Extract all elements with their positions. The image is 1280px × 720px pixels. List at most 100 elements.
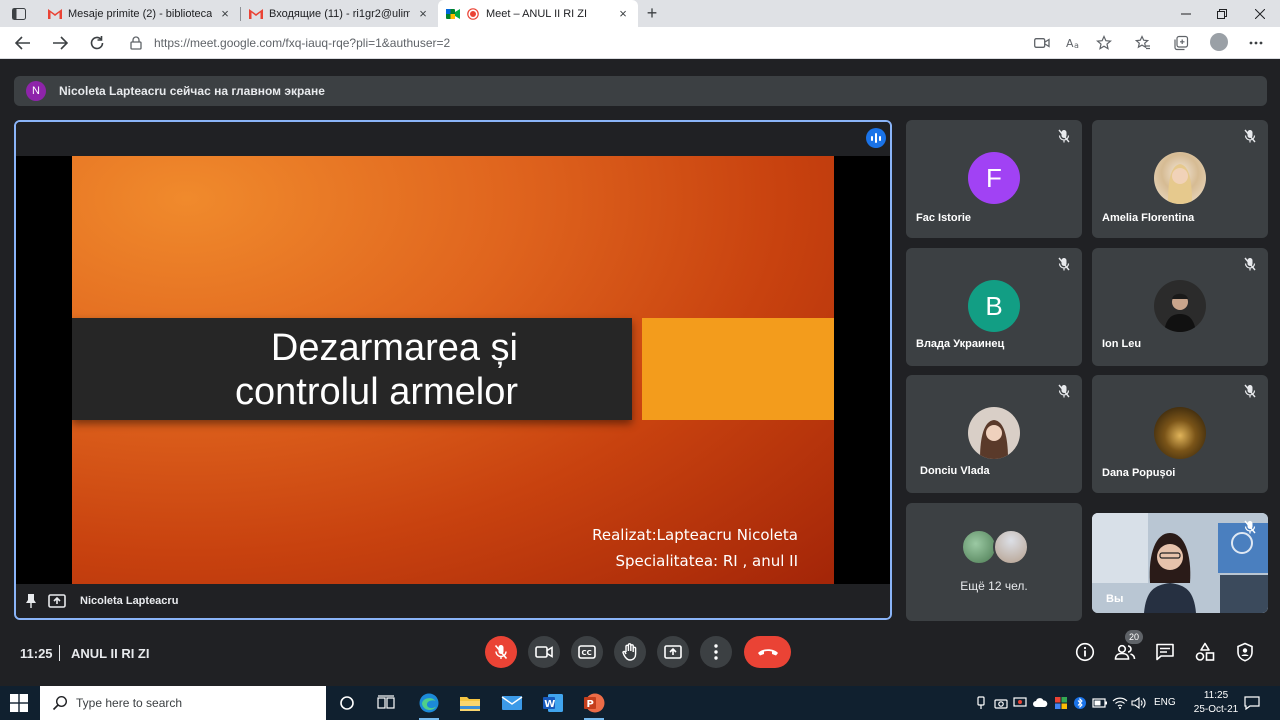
refresh-icon[interactable] (85, 32, 109, 54)
participant-tile[interactable]: Dana Popușoi (1092, 375, 1268, 493)
camera-in-use-icon[interactable] (1033, 35, 1051, 51)
mic-off-icon (494, 644, 508, 660)
stage-header (16, 122, 890, 156)
tray-app-icon[interactable] (1053, 695, 1069, 711)
leave-call-button[interactable] (744, 636, 791, 668)
tab-label: Meet – ANUL II RI ZI (486, 7, 588, 20)
search-placeholder: Type here to search (76, 696, 183, 710)
people-icon[interactable] (1113, 640, 1137, 664)
svg-text:A: A (1066, 37, 1074, 50)
participant-photo (968, 407, 1020, 459)
read-aloud-icon[interactable]: Aa (1065, 35, 1083, 51)
lock-icon[interactable] (130, 36, 144, 50)
meet-icon (446, 7, 460, 21)
camera-toggle-button[interactable] (528, 636, 560, 668)
tray-usb-icon[interactable] (973, 695, 989, 711)
minimize-icon[interactable] (1166, 0, 1206, 27)
windows-start-icon[interactable] (10, 694, 28, 712)
mic-off-icon (1242, 256, 1258, 272)
forward-icon[interactable] (48, 32, 72, 54)
mic-off-icon (1056, 383, 1072, 399)
word-icon[interactable]: W (541, 691, 565, 715)
meeting-details-icon[interactable] (1073, 640, 1097, 664)
tray-camera-icon[interactable] (993, 695, 1009, 711)
activities-icon[interactable] (1193, 640, 1217, 664)
tab-gmail-2[interactable]: Входящие (11) - ri1gr2@ulim.m × (241, 0, 438, 27)
mic-off-icon (1056, 256, 1072, 272)
tab-label: Входящие (11) - ri1gr2@ulim.m (269, 7, 410, 20)
tray-cloud-icon[interactable] (1032, 695, 1048, 711)
new-tab-button[interactable]: + (642, 3, 662, 23)
meeting-controls-bar: 11:25 ANUL II RI ZI CC 20 (0, 630, 1280, 686)
captions-button[interactable]: CC (571, 636, 603, 668)
more-options-icon[interactable] (1247, 35, 1265, 51)
main-stage[interactable]: Dezarmarea și controlul armelor Realizat… (14, 120, 892, 620)
notifications-icon[interactable] (1244, 695, 1260, 711)
favorites-icon[interactable] (1134, 35, 1152, 51)
collections-icon[interactable] (1172, 35, 1190, 51)
mail-icon[interactable] (500, 691, 524, 715)
task-view-icon[interactable] (374, 691, 398, 715)
profile-avatar[interactable] (1210, 33, 1228, 51)
window-close-icon[interactable] (1240, 0, 1280, 27)
cortana-icon[interactable] (335, 691, 359, 715)
edge-browser-icon[interactable] (417, 691, 441, 720)
battery-icon[interactable] (1092, 695, 1108, 711)
pin-icon[interactable] (22, 592, 40, 610)
participant-tile[interactable]: Ion Leu (1092, 248, 1268, 366)
mic-off-icon (1242, 128, 1258, 144)
slide-accent-block (642, 318, 834, 420)
present-now-button[interactable] (657, 636, 689, 668)
tab-meet[interactable]: Meet – ANUL II RI ZI × (438, 0, 638, 27)
participant-photo (1154, 407, 1206, 459)
participant-tile[interactable]: Amelia Florentina (1092, 120, 1268, 238)
svg-text:CC: CC (582, 649, 592, 657)
participant-tile[interactable]: В Влада Украинец (906, 248, 1082, 366)
powerpoint-icon[interactable]: P (582, 691, 606, 720)
close-icon[interactable]: × (416, 6, 430, 21)
add-favorite-icon[interactable] (1095, 35, 1113, 51)
tray-screen-icon[interactable] (1012, 695, 1028, 711)
back-icon[interactable] (11, 32, 35, 54)
recording-icon (466, 7, 480, 21)
banner-text: Nicoleta Lapteacru сейчас на главном экр… (59, 84, 325, 98)
participant-name: Fac Istorie (916, 212, 972, 224)
meeting-time: 11:25 (20, 646, 53, 661)
raise-hand-button[interactable] (614, 636, 646, 668)
mic-toggle-button[interactable] (485, 636, 517, 668)
keyboard-language[interactable]: ENG (1154, 697, 1176, 708)
participant-name: Donciu Vlada (920, 465, 990, 477)
participant-tile[interactable]: F Fac Istorie (906, 120, 1082, 238)
wifi-icon[interactable] (1112, 695, 1128, 711)
volume-icon[interactable] (1131, 695, 1147, 711)
svg-text:P: P (587, 699, 594, 710)
more-participants-count: Ещё 12 чел. (960, 579, 1028, 593)
slide-title-band: Dezarmarea și controlul armelor (72, 318, 632, 420)
close-icon[interactable]: × (218, 6, 232, 21)
maximize-icon[interactable] (1202, 0, 1242, 27)
taskbar-search-box[interactable]: Type here to search (40, 686, 326, 720)
present-screen-icon (48, 592, 66, 610)
mic-off-icon (1242, 519, 1258, 535)
participant-tile[interactable]: Donciu Vlada (906, 375, 1082, 493)
close-icon[interactable]: × (616, 6, 630, 21)
more-participants-tile[interactable]: Ещё 12 чел. (906, 503, 1082, 621)
chat-icon[interactable] (1153, 640, 1177, 664)
host-controls-icon[interactable] (1233, 640, 1257, 664)
participant-avatar: F (968, 152, 1020, 204)
participant-photo (1154, 280, 1206, 332)
presentation-slide: Dezarmarea și controlul armelor Realizat… (72, 156, 834, 584)
participant-photo (1154, 152, 1206, 204)
tab-gmail-1[interactable]: Mesaje primite (2) - biblioteca@ × (40, 0, 240, 27)
bluetooth-icon[interactable] (1072, 695, 1088, 711)
slide-title: Dezarmarea și controlul armelor (38, 318, 518, 414)
participant-name: Ion Leu (1102, 338, 1142, 350)
more-options-button[interactable] (700, 636, 732, 668)
self-view-tile[interactable]: Вы (1092, 513, 1268, 613)
tab-actions-icon[interactable] (8, 4, 30, 24)
participant-name: Влада Украинец (916, 338, 1005, 350)
taskbar-clock[interactable]: 11:25 25-Oct-21 (1186, 689, 1246, 717)
url-text[interactable]: https://meet.google.com/fxq-iauq-rqe?pli… (154, 36, 450, 50)
address-bar[interactable]: https://meet.google.com/fxq-iauq-rqe?pli… (120, 30, 1120, 56)
file-explorer-icon[interactable] (458, 691, 482, 715)
